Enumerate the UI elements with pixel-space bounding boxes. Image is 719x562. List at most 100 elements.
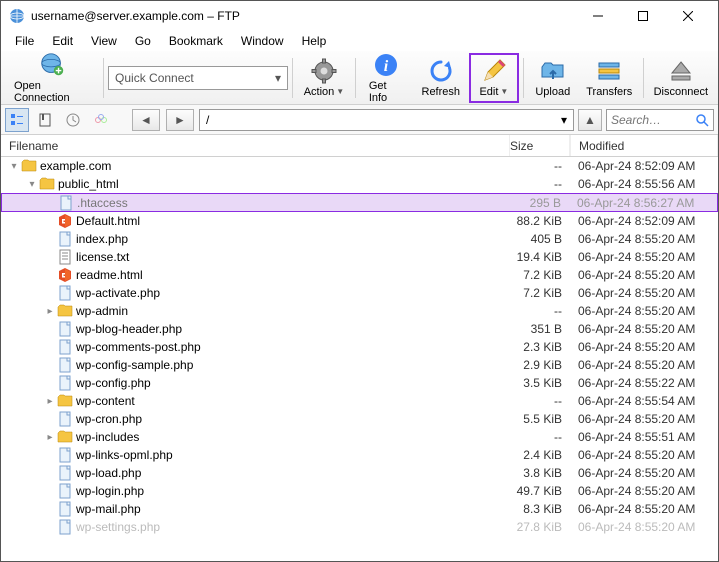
file-row[interactable]: ▸wp-admin--06-Apr-24 8:55:20 AM: [1, 302, 718, 320]
menu-edit[interactable]: Edit: [44, 32, 81, 50]
file-size: 3.5 KiB: [510, 376, 570, 390]
transfers-button[interactable]: Transfers: [580, 53, 639, 103]
file-row[interactable]: license.txt19.4 KiB06-Apr-24 8:55:20 AM: [1, 248, 718, 266]
folder-icon: [57, 393, 73, 409]
file-row[interactable]: wp-mail.php8.3 KiB06-Apr-24 8:55:20 AM: [1, 500, 718, 518]
file-icon: [57, 501, 73, 517]
chevron-down-icon: ▾: [561, 113, 567, 127]
file-row[interactable]: wp-config.php3.5 KiB06-Apr-24 8:55:22 AM: [1, 374, 718, 392]
file-icon: [57, 339, 73, 355]
file-row[interactable]: wp-login.php49.7 KiB06-Apr-24 8:55:20 AM: [1, 482, 718, 500]
minimize-button[interactable]: [575, 2, 620, 30]
expander-icon[interactable]: ▸: [43, 306, 57, 317]
view-bonjour-button[interactable]: [89, 108, 113, 132]
file-name: license.txt: [76, 250, 129, 264]
svg-text:i: i: [384, 58, 389, 75]
file-row[interactable]: wp-blog-header.php351 B06-Apr-24 8:55:20…: [1, 320, 718, 338]
expander-icon[interactable]: ▸: [43, 396, 57, 407]
maximize-button[interactable]: [620, 2, 665, 30]
col-filename[interactable]: Filename: [1, 135, 510, 156]
get-info-button[interactable]: i Get Info: [360, 53, 413, 103]
file-size: 27.8 KiB: [510, 520, 570, 534]
search-input[interactable]: [611, 113, 695, 127]
eject-icon: [667, 57, 695, 85]
file-row[interactable]: wp-config-sample.php2.9 KiB06-Apr-24 8:5…: [1, 356, 718, 374]
expander-icon[interactable]: ▸: [43, 432, 57, 443]
file-modified: 06-Apr-24 8:55:51 AM: [570, 430, 718, 444]
expander-icon[interactable]: ▾: [25, 179, 39, 190]
view-history-button[interactable]: [61, 108, 85, 132]
file-modified: 06-Apr-24 8:55:20 AM: [570, 358, 718, 372]
view-tree-button[interactable]: [5, 108, 29, 132]
nav-forward-button[interactable]: ►: [166, 109, 194, 131]
expander-icon[interactable]: ▾: [7, 161, 21, 172]
file-modified: 06-Apr-24 8:55:20 AM: [570, 484, 718, 498]
file-icon: [57, 519, 73, 535]
file-row[interactable]: wp-comments-post.php2.3 KiB06-Apr-24 8:5…: [1, 338, 718, 356]
file-row[interactable]: ▾example.com--06-Apr-24 8:52:09 AM: [1, 157, 718, 175]
view-bookmark-button[interactable]: [33, 108, 57, 132]
file-row[interactable]: wp-links-opml.php2.4 KiB06-Apr-24 8:55:2…: [1, 446, 718, 464]
transfers-icon: [595, 57, 623, 85]
file-list[interactable]: ▾example.com--06-Apr-24 8:52:09 AM▾publi…: [1, 157, 718, 561]
file-modified: 06-Apr-24 8:55:20 AM: [570, 322, 718, 336]
file-size: 8.3 KiB: [510, 502, 570, 516]
column-header: Filename Size Modified: [1, 135, 718, 157]
path-dropdown[interactable]: / ▾: [199, 109, 574, 131]
file-name: wp-load.php: [76, 466, 141, 480]
upload-button[interactable]: Upload: [528, 53, 578, 103]
file-name: wp-comments-post.php: [76, 340, 201, 354]
search-box[interactable]: [606, 109, 714, 131]
file-icon: [57, 231, 73, 247]
file-size: 2.4 KiB: [510, 448, 570, 462]
file-row[interactable]: .htaccess295 B06-Apr-24 8:56:27 AM: [1, 193, 718, 212]
menu-bookmark[interactable]: Bookmark: [161, 32, 231, 50]
file-row[interactable]: ▸wp-content--06-Apr-24 8:55:54 AM: [1, 392, 718, 410]
file-row[interactable]: ▸wp-includes--06-Apr-24 8:55:51 AM: [1, 428, 718, 446]
disconnect-button[interactable]: Disconnect: [648, 53, 714, 103]
col-modified[interactable]: Modified: [570, 135, 718, 156]
file-row[interactable]: wp-settings.php27.8 KiB06-Apr-24 8:55:20…: [1, 518, 718, 536]
file-name: wp-settings.php: [76, 520, 160, 534]
file-row[interactable]: wp-activate.php7.2 KiB06-Apr-24 8:55:20 …: [1, 284, 718, 302]
navbar: ◄ ► / ▾ ▲: [1, 105, 718, 135]
file-row[interactable]: wp-load.php3.8 KiB06-Apr-24 8:55:20 AM: [1, 464, 718, 482]
col-size[interactable]: Size: [510, 135, 570, 156]
nav-up-button[interactable]: ▲: [578, 109, 602, 131]
file-size: 7.2 KiB: [510, 286, 570, 300]
file-row[interactable]: index.php405 B06-Apr-24 8:55:20 AM: [1, 230, 718, 248]
close-button[interactable]: [665, 2, 710, 30]
file-size: 405 B: [510, 232, 570, 246]
file-size: 2.3 KiB: [510, 340, 570, 354]
file-modified: 06-Apr-24 8:55:22 AM: [570, 376, 718, 390]
menu-file[interactable]: File: [7, 32, 42, 50]
quick-connect-dropdown[interactable]: Quick Connect ▾: [108, 66, 288, 90]
menu-go[interactable]: Go: [127, 32, 159, 50]
edit-button[interactable]: Edit▼: [469, 53, 519, 103]
file-row[interactable]: Default.html88.2 KiB06-Apr-24 8:52:09 AM: [1, 212, 718, 230]
file-size: --: [510, 177, 570, 191]
folder-icon: [57, 303, 73, 319]
refresh-icon: [427, 57, 455, 85]
file-name: .htaccess: [77, 196, 128, 210]
gear-icon: [310, 57, 338, 85]
file-row[interactable]: readme.html7.2 KiB06-Apr-24 8:55:20 AM: [1, 266, 718, 284]
open-connection-button[interactable]: Open Connection: [5, 53, 99, 103]
menu-view[interactable]: View: [83, 32, 125, 50]
action-button[interactable]: Action▼: [297, 53, 351, 103]
file-modified: 06-Apr-24 8:55:20 AM: [570, 268, 718, 282]
file-name: Default.html: [76, 214, 140, 228]
menu-window[interactable]: Window: [233, 32, 292, 50]
menu-help[interactable]: Help: [294, 32, 335, 50]
refresh-button[interactable]: Refresh: [415, 53, 467, 103]
file-size: 19.4 KiB: [510, 250, 570, 264]
file-name: wp-admin: [76, 304, 128, 318]
nav-back-button[interactable]: ◄: [132, 109, 160, 131]
app-icon: [9, 8, 25, 24]
file-name: index.php: [76, 232, 128, 246]
file-size: 5.5 KiB: [510, 412, 570, 426]
file-name: wp-login.php: [76, 484, 144, 498]
file-row[interactable]: wp-cron.php5.5 KiB06-Apr-24 8:55:20 AM: [1, 410, 718, 428]
file-size: 88.2 KiB: [510, 214, 570, 228]
file-row[interactable]: ▾public_html--06-Apr-24 8:55:56 AM: [1, 175, 718, 193]
